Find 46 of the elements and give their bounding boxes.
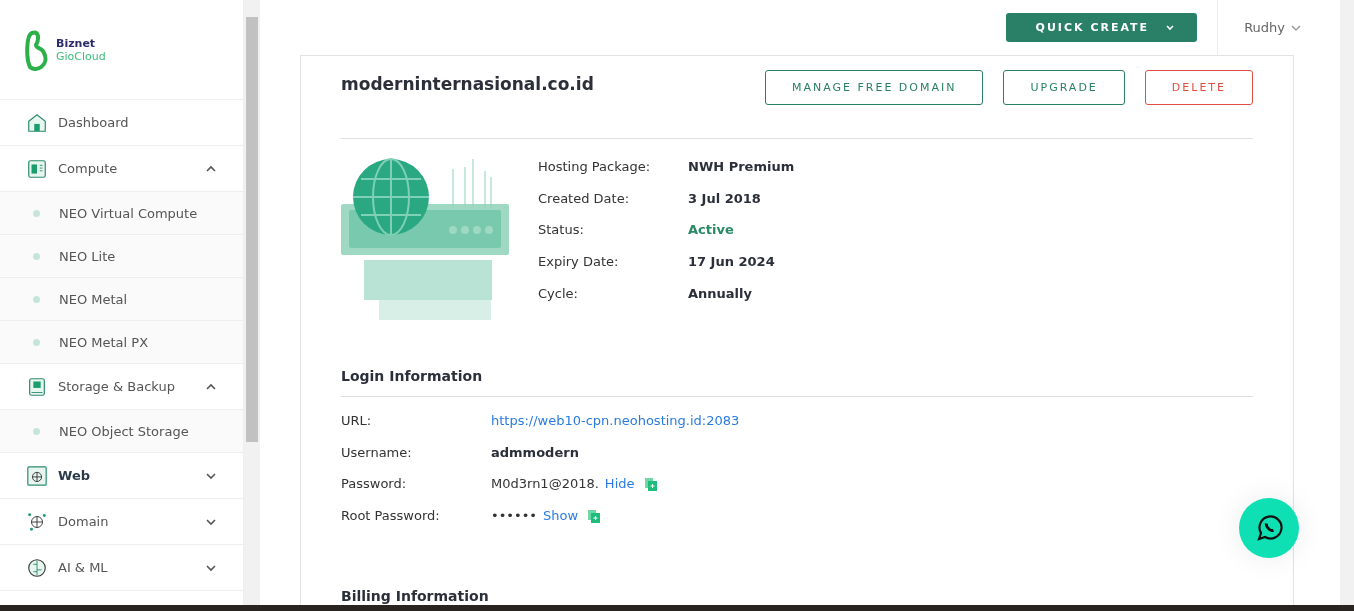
- chip-icon: [26, 375, 48, 398]
- detail-label: Cycle:: [538, 285, 579, 303]
- url-link[interactable]: https://web10-cpn.neohosting.id:2083: [491, 413, 740, 428]
- sidebar-subitem[interactable]: NEO Lite: [0, 235, 243, 278]
- house-icon: [26, 111, 48, 134]
- detail-value: Annually: [688, 285, 753, 303]
- action-button[interactable]: DELETE: [1144, 70, 1253, 105]
- brand-subtitle: GioCloud: [56, 49, 106, 63]
- field-value: admmodern: [491, 444, 580, 462]
- password-value: M0d3rn1@2018.: [491, 476, 599, 492]
- domain-title: moderninternasional.co.id: [341, 74, 595, 94]
- detail-label: Expiry Date:: [538, 254, 620, 272]
- detail-label: Hosting Package:: [538, 159, 652, 176]
- globe-window-icon: [26, 464, 48, 487]
- section-heading: Login Information: [341, 368, 1253, 397]
- detail-value: NWH Premium: [688, 159, 795, 176]
- password-value: ••••••: [491, 508, 537, 524]
- toggle-link[interactable]: Show: [543, 508, 579, 524]
- chevron-down-icon: [1165, 22, 1176, 33]
- detail-value: Active: [688, 222, 735, 240]
- action-button[interactable]: MANAGE FREE DOMAIN: [764, 70, 984, 105]
- section-heading: Billing Information: [341, 587, 490, 605]
- brand-name: Biznet: [56, 36, 97, 50]
- field-label: URL:: [341, 413, 373, 430]
- user-menu[interactable]: Rudhy: [1238, 19, 1308, 36]
- detail-label: Created Date:: [538, 190, 631, 208]
- chat-phone-icon: [1254, 513, 1284, 543]
- toggle-link[interactable]: Hide: [604, 476, 635, 492]
- field-label: Root Password:: [341, 508, 441, 526]
- panel-icon: [26, 157, 48, 180]
- copy-icon[interactable]: [644, 478, 657, 492]
- field-label: Password:: [341, 476, 408, 494]
- chat-button[interactable]: [1239, 498, 1299, 558]
- field-label: Username:: [341, 444, 413, 462]
- sidebar-subitem[interactable]: NEO Metal PX: [0, 321, 243, 364]
- globe-icon: [26, 510, 48, 533]
- sidebar-subitem[interactable]: NEO Virtual Compute: [0, 192, 243, 235]
- detail-value: 17 Jun 2024: [688, 254, 776, 272]
- copy-icon[interactable]: [588, 510, 601, 524]
- sidebar-subitem[interactable]: NEO Object Storage: [0, 410, 243, 453]
- action-button[interactable]: UPGRADE: [1003, 70, 1125, 105]
- detail-value: 3 Jul 2018: [688, 190, 762, 208]
- scrollbar-thumb[interactable]: [246, 17, 258, 442]
- sidebar-subitem[interactable]: NEO Metal: [0, 278, 243, 321]
- detail-label: Status:: [538, 222, 585, 240]
- quick-create-button[interactable]: QUICK CREATE: [1005, 13, 1198, 42]
